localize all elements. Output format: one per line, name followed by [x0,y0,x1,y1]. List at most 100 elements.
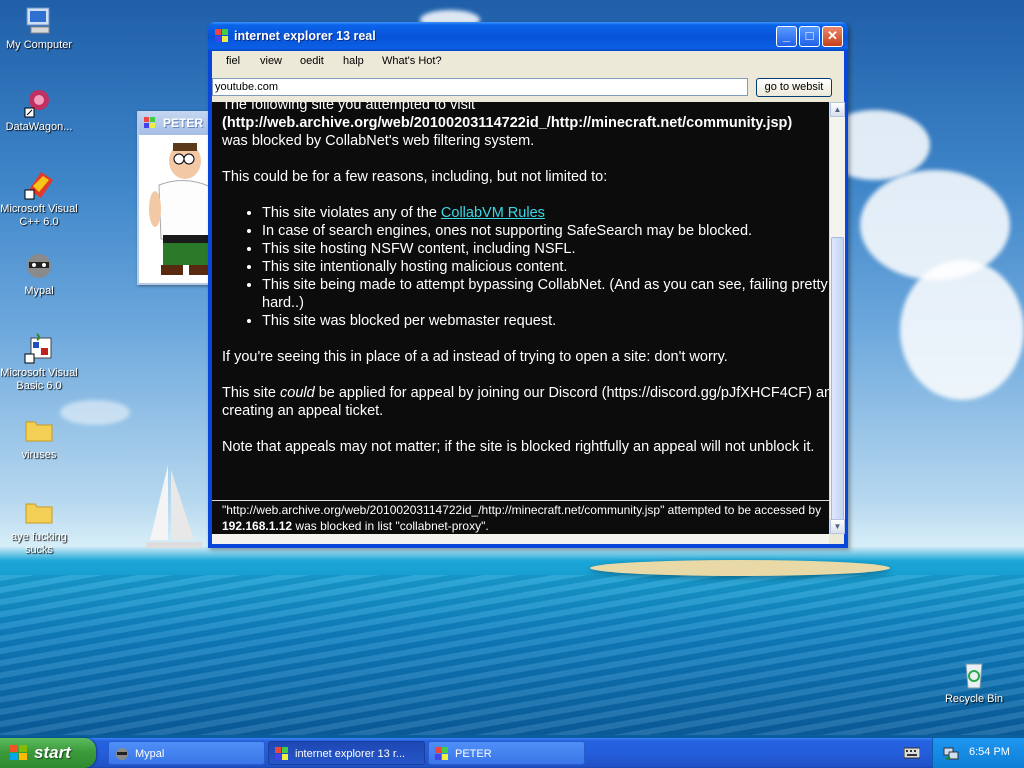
reasons-list: This site violates any of the CollabVM R… [222,204,829,330]
taskbar-item-ie[interactable]: internet explorer 13 r... [268,741,425,765]
intro-text: The following site you attempted to visi… [222,102,476,113]
blocked-url: (http://web.archive.org/web/201002031147… [222,115,793,131]
menu-file[interactable]: fiel [226,55,240,67]
window-app-icon [215,29,228,42]
appeal-info: This site could be applied for appeal by… [222,384,829,420]
desktop-icon-label: Mypal [24,285,54,297]
taskbar-item-mypal[interactable]: Mypal [108,741,265,765]
desktop-icon-label: Microsoft Visual C++ 6.0 [0,203,78,228]
raccoon-icon [27,254,51,278]
taskbar-item-peter[interactable]: PETER [428,741,585,765]
address-input[interactable]: youtube.com [212,78,748,96]
ad-notice: If you're seeing this in place of a ad i… [222,349,728,365]
menu-edit[interactable]: oedit [300,55,324,67]
peter-window-title: PETER [163,116,204,130]
reason-item: In case of search engines, ones not supp… [262,222,829,240]
menu-view[interactable]: view [260,55,282,67]
appeal-text: This site [222,385,281,401]
footer-text: "http://web.archive.org/web/201002031147… [222,503,822,517]
scroll-down-button[interactable]: ▼ [830,519,845,534]
computer-icon [26,7,50,34]
desktop-icon-recycle-bin[interactable]: Recycle Bin [935,658,1013,706]
desktop-icon-label: viruses [21,449,57,461]
desktop-icon-label: aye fucking sucks [11,531,67,556]
desktop-icon-label: Microsoft Visual Basic 6.0 [0,367,78,392]
visual-cpp-icon [24,172,53,200]
desktop-icon-label: DataWagon... [5,121,73,133]
footer-text-tail: was blocked in list "collabnet-proxy". [292,519,489,533]
start-label: start [34,743,71,762]
cloud [900,260,1024,400]
vertical-scrollbar[interactable]: ▲ ▼ [829,102,845,534]
web-content: The following site you attempted to visi… [212,102,829,500]
intro-tail: was blocked by CollabNet's web filtering… [222,133,535,149]
appeal-emphasis: could [280,385,315,401]
taskbar-item-label: internet explorer 13 r... [295,748,406,760]
window-app-icon [275,747,288,760]
reason-text: This site violates any of the [262,205,441,221]
sailboat [146,465,202,548]
desktop-icon-label: Recycle Bin [944,693,1004,705]
ie-client-area: fiel view oedit halp What's Hot? youtube… [212,51,845,544]
menu-bar: fiel view oedit halp What's Hot? [212,51,844,73]
block-footer: "http://web.archive.org/web/201002031147… [212,500,829,535]
desktop-icon-datawagon[interactable]: DataWagon... [0,86,78,134]
peter-griffin-image [149,143,212,275]
scroll-up-button[interactable]: ▲ [830,102,845,117]
reason-item: This site intentionally hosting maliciou… [262,258,829,276]
minimize-button[interactable]: _ [776,26,797,47]
windows-logo-icon [10,745,27,760]
taskbar: start Mypal internet explorer 13 r... PE… [0,738,1024,768]
sea-surface [0,575,1024,735]
minimize-icon: _ [782,28,791,43]
desktop-icon-mypal[interactable]: Mypal [0,250,78,298]
desktop-icon-visual-cpp[interactable]: Microsoft Visual C++ 6.0 [0,168,78,229]
reasons-heading: This could be for a few reasons, includi… [222,169,608,185]
go-button[interactable]: go to websit [756,78,832,97]
close-icon: ✕ [827,28,838,43]
network-icon[interactable] [943,745,959,761]
maximize-icon: □ [805,28,814,43]
datawagon-icon [24,90,49,118]
maximize-button[interactable]: □ [799,26,820,47]
desktop-icon-visual-basic[interactable]: Microsoft Visual Basic 6.0 [0,332,78,393]
window-app-icon [144,117,155,128]
desktop-icon-my-computer[interactable]: My Computer [0,4,78,52]
chevron-up-icon: ▲ [833,105,842,114]
keyboard-icon[interactable] [904,746,920,760]
recycle-bin-icon [965,663,983,689]
menu-help[interactable]: halp [343,55,364,67]
start-button[interactable]: start [0,738,96,768]
desktop-icon-aye-folder[interactable]: aye fucking sucks [0,496,78,557]
cloud [860,170,1010,280]
ie-window-title: internet explorer 13 real [234,29,376,43]
close-button[interactable]: ✕ [822,26,843,47]
peter-titlebar[interactable]: PETER [139,111,219,135]
clock[interactable]: 6:54 PM [969,746,1010,758]
ie-window[interactable]: internet explorer 13 real _ □ ✕ fiel vie… [208,22,848,548]
island [590,560,890,576]
raccoon-icon [116,748,128,760]
blocked-intro: The following site you attempted to visi… [222,102,829,150]
horizontal-scrollbar[interactable] [212,534,829,544]
collabvm-rules-link[interactable]: CollabVM Rules [441,205,545,221]
folder-icon [25,421,53,442]
menu-whats-hot[interactable]: What's Hot? [382,55,442,67]
reason-item: This site hosting NSFW content, includin… [262,240,829,258]
system-tray: 6:54 PM [932,738,1024,768]
footer-ip: 192.168.1.12 [222,519,293,533]
taskbar-item-label: Mypal [135,748,165,760]
window-app-icon [435,747,448,760]
visual-basic-icon [24,333,52,364]
desktop-icon-label: My Computer [5,39,73,51]
taskbar-item-label: PETER [455,748,492,760]
scroll-thumb[interactable] [831,237,844,522]
appeal-note: Note that appeals may not matter; if the… [222,439,815,455]
desktop-icon-viruses[interactable]: viruses [0,414,78,462]
chevron-down-icon: ▼ [833,522,842,531]
reason-item: This site being made to attempt bypassin… [262,276,829,312]
folder-icon [25,503,53,524]
ie-titlebar[interactable]: internet explorer 13 real _ □ ✕ [208,22,848,51]
reason-item: This site was blocked per webmaster requ… [262,312,829,330]
reason-item: This site violates any of the CollabVM R… [262,204,829,222]
